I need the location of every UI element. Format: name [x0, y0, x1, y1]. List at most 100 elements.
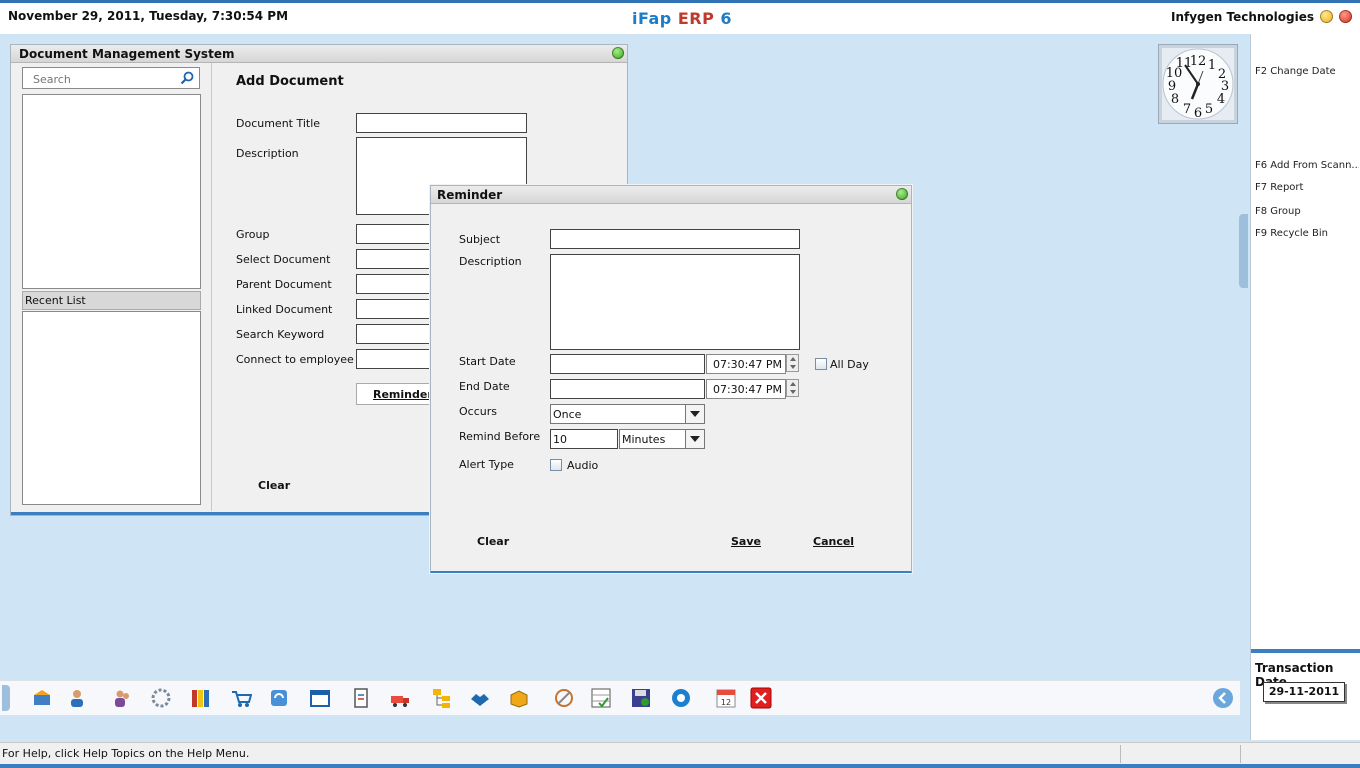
end-time-field[interactable]: 07:30:47 PM	[706, 379, 786, 399]
end-time-spinner[interactable]	[786, 379, 799, 397]
svg-text:12: 12	[721, 698, 731, 707]
transaction-date-value[interactable]: 29-11-2011	[1263, 682, 1345, 702]
company-name: Infygen Technologies	[1170, 10, 1314, 24]
network-icon[interactable]	[150, 687, 172, 709]
subject-label: Subject	[459, 233, 501, 246]
fkey-add-from-scanner[interactable]: F6 Add From Scann...	[1255, 160, 1359, 171]
fkey-change-date[interactable]: F2 Change Date	[1255, 66, 1359, 77]
tools-icon[interactable]	[553, 687, 575, 709]
org-chart-icon[interactable]	[430, 687, 452, 709]
document-title-label: Document Title	[236, 117, 321, 130]
cancel-button[interactable]: Cancel	[813, 535, 854, 548]
clear-button[interactable]: Clear	[258, 479, 290, 492]
clock-numeral: 1	[1208, 58, 1216, 73]
shortcut-panel: F2 Change Date F6 Add From Scann... F7 R…	[1250, 34, 1360, 740]
start-time-spinner[interactable]	[786, 354, 799, 372]
truck-icon[interactable]	[389, 687, 411, 709]
reminder-button-label: Reminder	[373, 388, 433, 401]
form-title: Add Document	[236, 74, 344, 89]
calendar-icon[interactable]: 12	[715, 687, 737, 709]
window-icon[interactable]	[309, 687, 331, 709]
remind-before-field[interactable]: 10	[550, 429, 618, 449]
group-label: Group	[236, 228, 270, 241]
audio-checkbox[interactable]	[550, 459, 562, 471]
start-time-field[interactable]: 07:30:47 PM	[706, 354, 786, 374]
package-icon[interactable]	[508, 687, 530, 709]
inventory-icon[interactable]	[31, 687, 53, 709]
window-title: Document Management System	[11, 45, 627, 63]
status-bar: For Help, click Help Topics on the Help …	[0, 742, 1360, 765]
save-disk-icon[interactable]	[630, 687, 652, 709]
dms-sidebar: Recent List	[11, 63, 212, 511]
panel-divider	[1251, 649, 1360, 653]
subject-field[interactable]	[550, 229, 800, 249]
start-date-label: Start Date	[459, 355, 516, 368]
save-button[interactable]: Save	[731, 535, 761, 548]
dialog-title: Reminder	[431, 186, 911, 204]
clock-numeral: 7	[1183, 102, 1191, 117]
start-time-value: 07:30:47 PM	[712, 358, 782, 371]
alert-type-label: Alert Type	[459, 458, 514, 471]
chevron-down-icon[interactable]	[685, 430, 704, 448]
end-time-value: 07:30:47 PM	[712, 383, 782, 396]
remind-unit-select[interactable]: Minutes	[619, 429, 705, 449]
occurs-value: Once	[553, 408, 582, 421]
spreadsheet-icon[interactable]	[590, 687, 612, 709]
document-list[interactable]	[22, 94, 201, 289]
books-icon[interactable]	[189, 687, 211, 709]
clock-numeral: 5	[1205, 102, 1213, 117]
help-text: For Help, click Help Topics on the Help …	[2, 747, 250, 760]
document-title-field[interactable]	[356, 113, 527, 133]
clock-numeral: 6	[1194, 106, 1202, 121]
recent-list[interactable]	[22, 311, 201, 505]
remind-before-value: 10	[553, 433, 567, 446]
search-icon[interactable]	[180, 71, 194, 85]
description-label: Description	[236, 147, 299, 160]
remind-unit-value: Minutes	[622, 433, 666, 446]
brand-erp: ERP	[677, 9, 715, 28]
end-date-field[interactable]	[550, 379, 705, 399]
close-icon[interactable]	[1339, 10, 1352, 23]
sync-icon[interactable]	[268, 687, 290, 709]
user-support-icon[interactable]	[66, 687, 88, 709]
dialog-status-icon[interactable]	[896, 188, 908, 200]
clock-icon: 12 1 2 3 4 5 6 7 8 9 10 11	[1158, 44, 1238, 124]
recent-list-header: Recent List	[22, 291, 201, 310]
clock-numeral: 8	[1171, 92, 1179, 107]
brand-ifap: iFap	[632, 9, 672, 28]
connect-employee-label: Connect to employee	[236, 353, 354, 366]
purchase-cart-icon[interactable]	[230, 687, 252, 709]
occurs-select[interactable]: Once	[550, 404, 705, 424]
reminder-description-field[interactable]	[550, 254, 800, 350]
clock-numeral: 9	[1168, 79, 1176, 94]
reminder-clear-button[interactable]: Clear	[477, 535, 509, 548]
settings-gear-icon[interactable]	[670, 687, 692, 709]
reminder-dialog: Reminder Subject Description Start Date …	[430, 185, 912, 573]
clock-face: 12 1 2 3 4 5 6 7 8 9 10 11	[1162, 48, 1234, 121]
panel-collapse-handle[interactable]	[1239, 214, 1248, 288]
app-brand: iFap ERP 6	[632, 9, 732, 28]
search-box	[22, 67, 200, 89]
employees-icon[interactable]	[111, 687, 133, 709]
fkey-report[interactable]: F7 Report	[1255, 182, 1359, 193]
status-divider	[1120, 745, 1121, 763]
clock-numeral: 11	[1176, 56, 1193, 71]
document-icon[interactable]	[350, 687, 372, 709]
window-status-icon[interactable]	[612, 47, 624, 59]
all-day-checkbox[interactable]	[815, 358, 827, 370]
reminder-description-label: Description	[459, 255, 522, 268]
start-date-field[interactable]	[550, 354, 705, 374]
fkey-recycle-bin[interactable]: F9 Recycle Bin	[1255, 228, 1359, 239]
current-datetime: November 29, 2011, Tuesday, 7:30:54 PM	[8, 9, 289, 23]
toolbar-scroll-left[interactable]	[2, 685, 10, 711]
fkey-group[interactable]: F8 Group	[1255, 206, 1359, 217]
back-arrow-icon[interactable]	[1212, 687, 1234, 709]
search-input[interactable]	[31, 69, 185, 89]
select-document-label: Select Document	[236, 253, 331, 266]
end-date-label: End Date	[459, 380, 510, 393]
handshake-icon[interactable]	[469, 687, 491, 709]
top-bar: November 29, 2011, Tuesday, 7:30:54 PM i…	[0, 0, 1360, 34]
chevron-down-icon[interactable]	[685, 405, 704, 423]
minimize-icon[interactable]	[1320, 10, 1333, 23]
exit-icon[interactable]	[750, 687, 772, 709]
